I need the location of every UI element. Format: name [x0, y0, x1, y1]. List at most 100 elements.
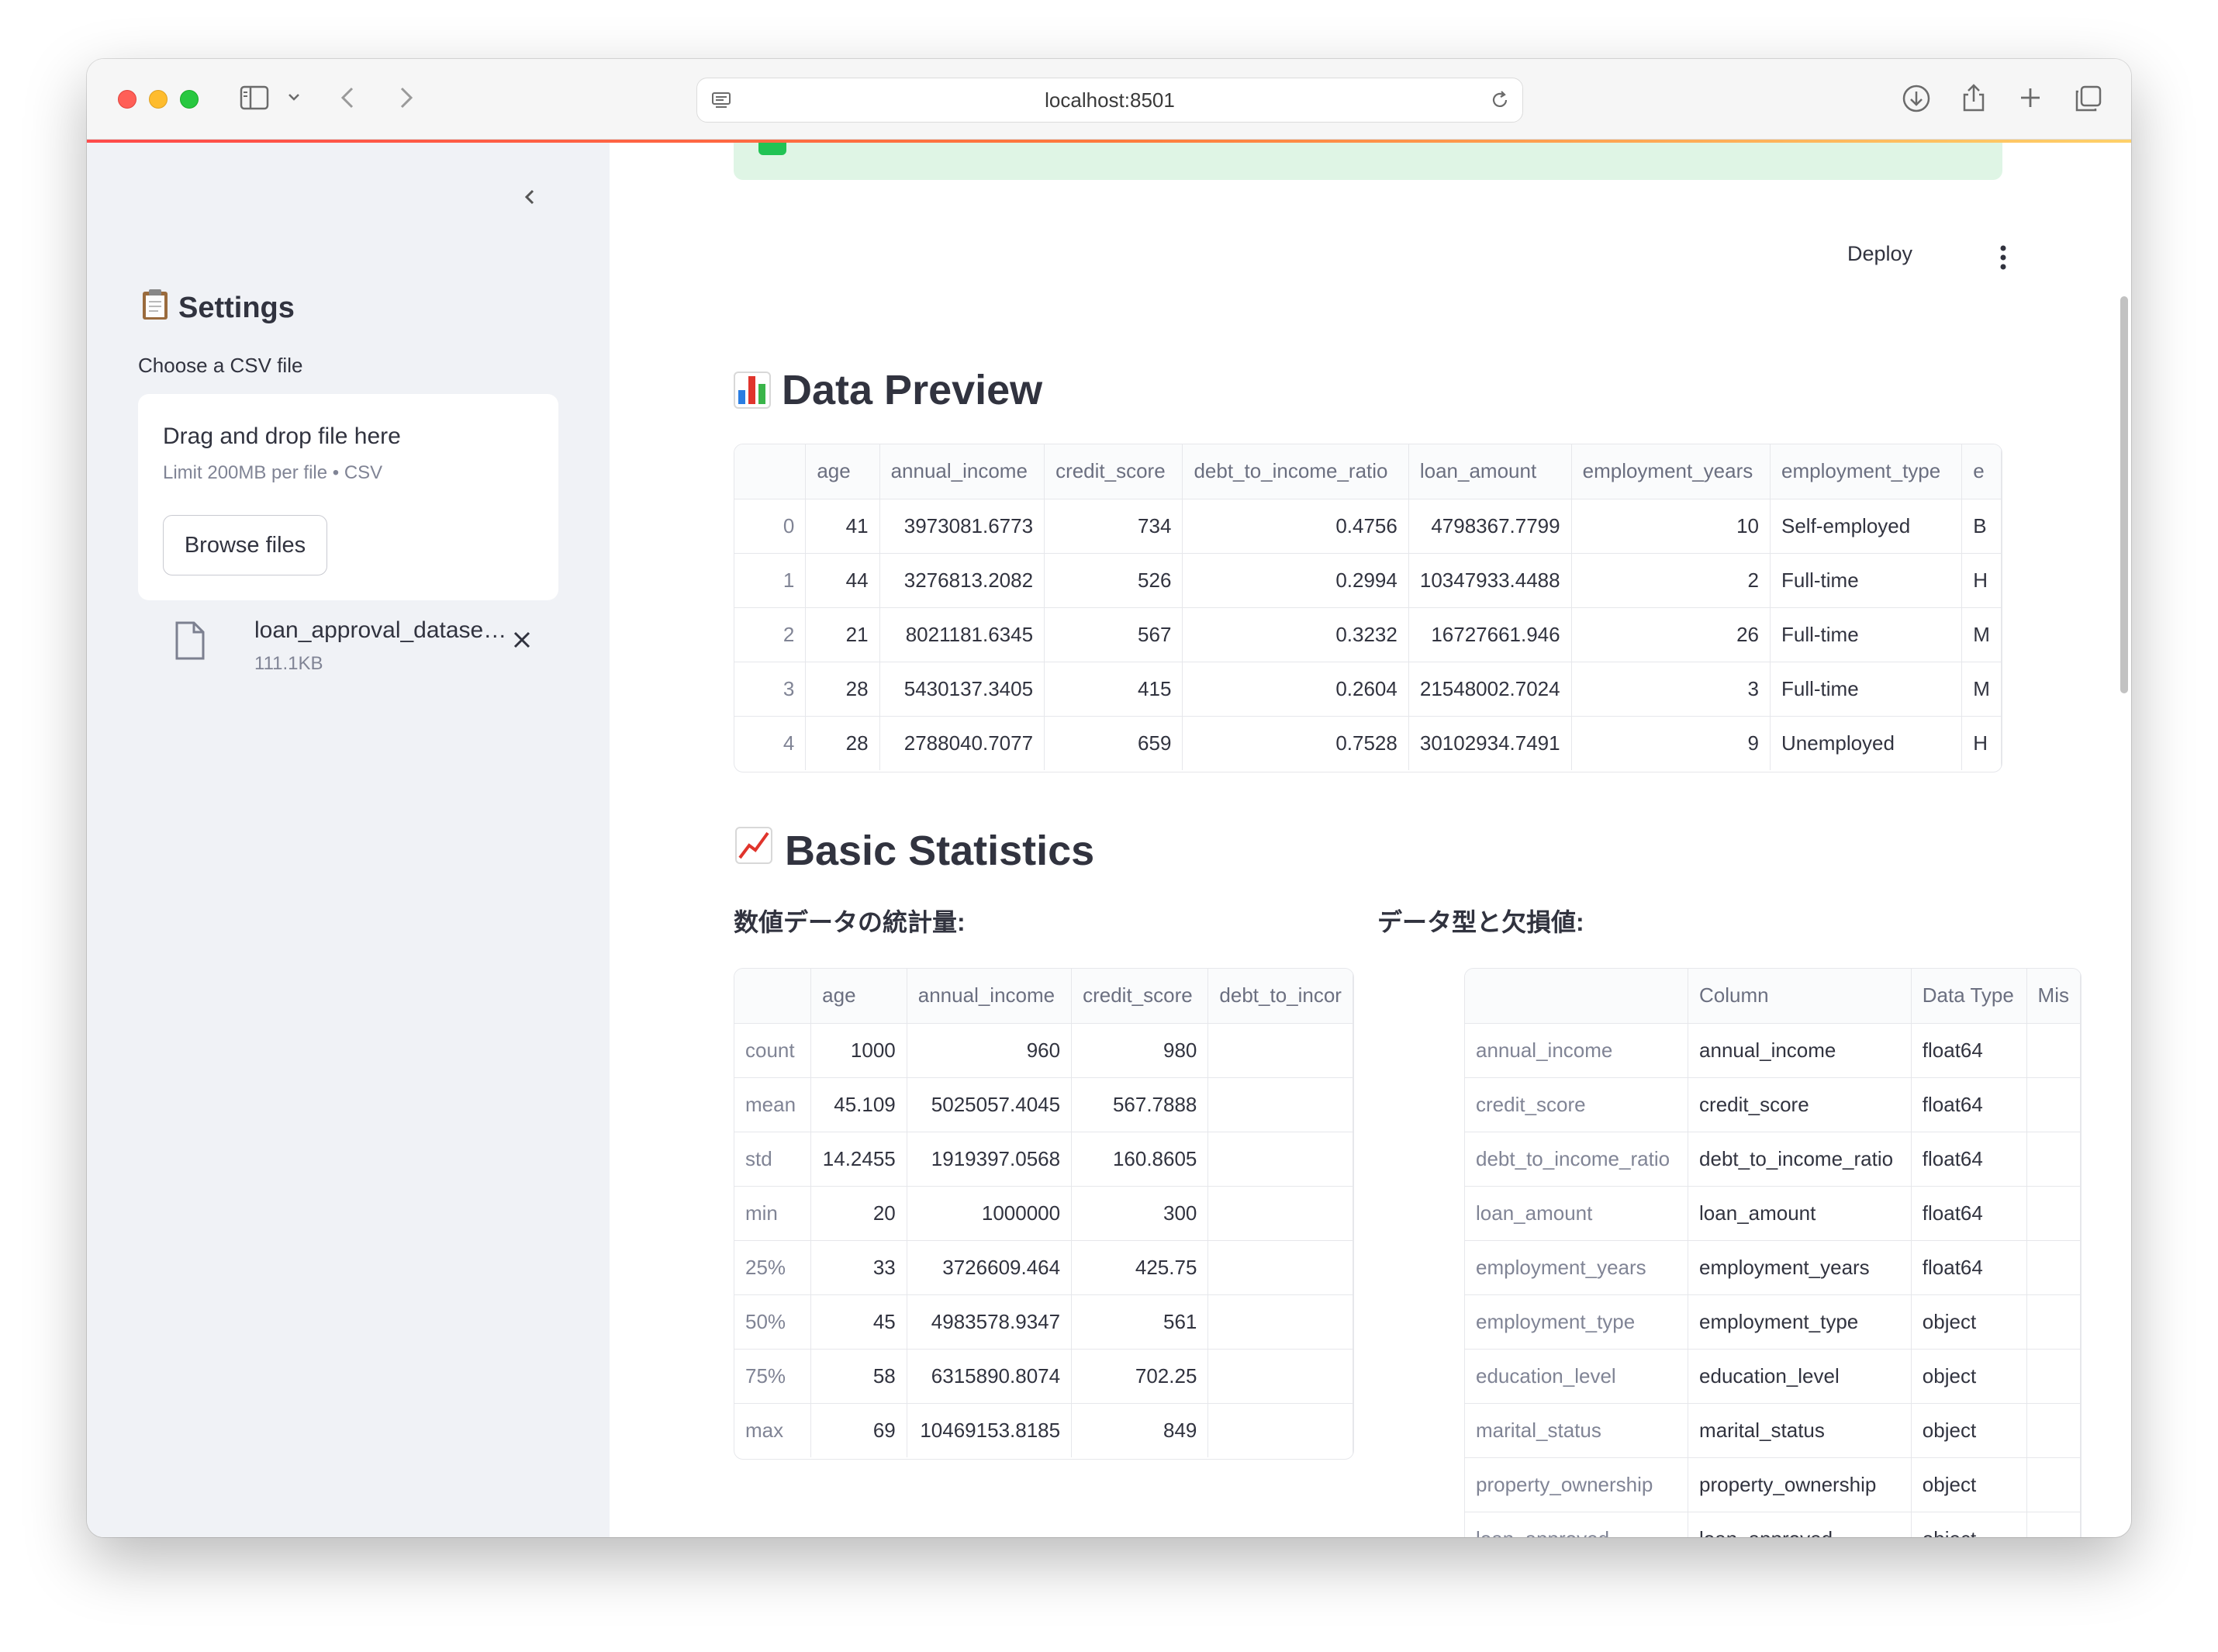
table-cell[interactable]: Unemployed — [1770, 716, 1963, 770]
table-cell[interactable]: 0 — [734, 499, 807, 554]
table-cell[interactable]: H — [1961, 553, 2002, 608]
table-cell[interactable]: 425.75 — [1071, 1240, 1209, 1295]
address-bar[interactable]: localhost:8501 — [696, 78, 1523, 123]
table-cell[interactable]: 58 — [810, 1349, 907, 1404]
table-cell[interactable]: 567.7888 — [1071, 1077, 1209, 1132]
dtype-table[interactable]: Column Data Type Mis annual_income annual_i… — [1464, 968, 2082, 1537]
table-row[interactable]: min 20 1000000 300 — [734, 1186, 1353, 1241]
table-cell[interactable]: 33 — [810, 1240, 907, 1295]
column-header[interactable]: e — [1961, 444, 2002, 499]
table-row[interactable]: education_level education_level object — [1465, 1349, 2081, 1404]
column-header[interactable]: credit_score — [1044, 444, 1183, 499]
table-cell[interactable]: 659 — [1044, 716, 1183, 770]
sidebar-toggle-icon[interactable] — [239, 82, 270, 113]
table-cell[interactable]: 702.25 — [1071, 1349, 1209, 1404]
table-cell[interactable] — [2026, 1077, 2081, 1132]
browse-files-button[interactable]: Browse files — [163, 515, 327, 575]
table-cell[interactable]: debt_to_income_ratio — [1465, 1132, 1689, 1187]
table-cell[interactable]: 3276813.2082 — [879, 553, 1045, 608]
table-row[interactable]: 0 41 3973081.6773 734 0.4756 4798367.7799 10 Se… — [734, 499, 2002, 554]
maximize-window-button[interactable] — [180, 90, 199, 109]
column-header[interactable]: Data Type — [1911, 969, 2027, 1024]
minimize-window-button[interactable] — [149, 90, 168, 109]
column-header[interactable]: age — [805, 444, 880, 499]
column-header[interactable]: debt_to_income_ratio — [1182, 444, 1409, 499]
table-cell[interactable]: float64 — [1911, 1186, 2027, 1241]
table-cell[interactable]: 3 — [734, 662, 807, 717]
table-cell[interactable]: float64 — [1911, 1077, 2027, 1132]
column-header[interactable]: debt_to_incor — [1207, 969, 1353, 1024]
table-cell[interactable]: loan_approved — [1688, 1512, 1912, 1537]
table-cell[interactable] — [2026, 1512, 2081, 1537]
table-cell[interactable]: loan_amount — [1465, 1186, 1689, 1241]
tab-overview-icon[interactable] — [2072, 82, 2105, 115]
table-cell[interactable]: 415 — [1044, 662, 1183, 717]
table-cell[interactable]: 3 — [1571, 662, 1771, 717]
column-header[interactable]: Column — [1688, 969, 1912, 1024]
column-header[interactable]: employment_years — [1571, 444, 1771, 499]
table-cell[interactable]: marital_status — [1465, 1403, 1689, 1458]
table-cell[interactable] — [1207, 1077, 1353, 1132]
table-cell[interactable]: property_ownership — [1688, 1457, 1912, 1512]
table-cell[interactable]: 6315890.8074 — [907, 1349, 1073, 1404]
main-scrollbar[interactable] — [2120, 296, 2128, 693]
table-row[interactable]: max 69 10469153.8185 849 — [734, 1403, 1353, 1457]
table-row[interactable]: employment_type employment_type object — [1465, 1294, 2081, 1350]
table-row[interactable]: property_ownership property_ownership obje… — [1465, 1457, 2081, 1512]
table-cell[interactable]: 45.109 — [810, 1077, 907, 1132]
table-cell[interactable]: 1 — [734, 553, 807, 608]
table-cell[interactable]: float64 — [1911, 1132, 2027, 1187]
new-tab-icon[interactable] — [2015, 82, 2046, 113]
table-cell[interactable] — [1207, 1186, 1353, 1241]
table-cell[interactable]: M — [1961, 662, 2002, 717]
table-cell[interactable]: 20 — [810, 1186, 907, 1241]
table-cell[interactable]: object — [1911, 1403, 2027, 1458]
table-cell[interactable]: 526 — [1044, 553, 1183, 608]
table-cell[interactable] — [1207, 1403, 1353, 1457]
table-cell[interactable]: debt_to_income_ratio — [1688, 1132, 1912, 1187]
column-header[interactable] — [734, 444, 807, 499]
table-cell[interactable]: 1919397.0568 — [907, 1132, 1073, 1187]
data-preview-table[interactable]: age annual_income credit_score debt_to_inco… — [734, 444, 2002, 772]
table-cell[interactable]: 4798367.7799 — [1408, 499, 1572, 554]
table-cell[interactable]: 0.7528 — [1182, 716, 1409, 770]
table-cell[interactable]: 45 — [810, 1294, 907, 1350]
table-cell[interactable]: Self-employed — [1770, 499, 1963, 554]
table-cell[interactable]: 5430137.3405 — [879, 662, 1045, 717]
chevron-down-icon[interactable] — [285, 88, 302, 105]
forward-arrow-icon[interactable] — [389, 82, 420, 113]
table-cell[interactable]: mean — [734, 1077, 812, 1132]
table-cell[interactable]: credit_score — [1465, 1077, 1689, 1132]
table-cell[interactable]: 4 — [734, 716, 807, 770]
table-row[interactable]: count 1000 960 980 — [734, 1023, 1353, 1078]
table-cell[interactable]: object — [1911, 1349, 2027, 1404]
table-cell[interactable]: 16727661.946 — [1408, 607, 1572, 662]
table-cell[interactable]: object — [1911, 1457, 2027, 1512]
download-icon[interactable] — [1900, 82, 1933, 115]
table-cell[interactable]: 980 — [1071, 1023, 1209, 1078]
table-cell[interactable] — [2026, 1457, 2081, 1512]
table-cell[interactable]: 960 — [907, 1023, 1073, 1078]
table-cell[interactable]: 21 — [805, 607, 880, 662]
back-arrow-icon[interactable] — [333, 82, 364, 113]
main-menu-icon[interactable] — [1998, 244, 2009, 275]
table-cell[interactable]: 26 — [1571, 607, 1771, 662]
table-row[interactable]: 50% 45 4983578.9347 561 — [734, 1294, 1353, 1350]
table-cell[interactable]: float64 — [1911, 1240, 2027, 1295]
table-row[interactable]: std 14.2455 1919397.0568 160.8605 — [734, 1132, 1353, 1187]
table-row[interactable]: 3 28 5430137.3405 415 0.2604 21548002.7024 3 Fu… — [734, 662, 2002, 717]
table-cell[interactable]: 9 — [1571, 716, 1771, 770]
table-cell[interactable] — [2026, 1349, 2081, 1404]
table-row[interactable]: annual_income annual_income float64 — [1465, 1023, 2081, 1078]
table-cell[interactable]: 3973081.6773 — [879, 499, 1045, 554]
table-cell[interactable]: 0.2604 — [1182, 662, 1409, 717]
site-settings-icon[interactable] — [710, 89, 733, 116]
column-header[interactable]: annual_income — [907, 969, 1073, 1024]
table-cell[interactable] — [1207, 1240, 1353, 1295]
table-cell[interactable]: 10347933.4488 — [1408, 553, 1572, 608]
file-dropzone[interactable]: Drag and drop file here Limit 200MB per … — [138, 394, 558, 600]
table-cell[interactable]: 1000 — [810, 1023, 907, 1078]
table-cell[interactable] — [2026, 1023, 2081, 1078]
collapse-sidebar-button[interactable] — [515, 181, 546, 213]
table-cell[interactable]: annual_income — [1688, 1023, 1912, 1078]
